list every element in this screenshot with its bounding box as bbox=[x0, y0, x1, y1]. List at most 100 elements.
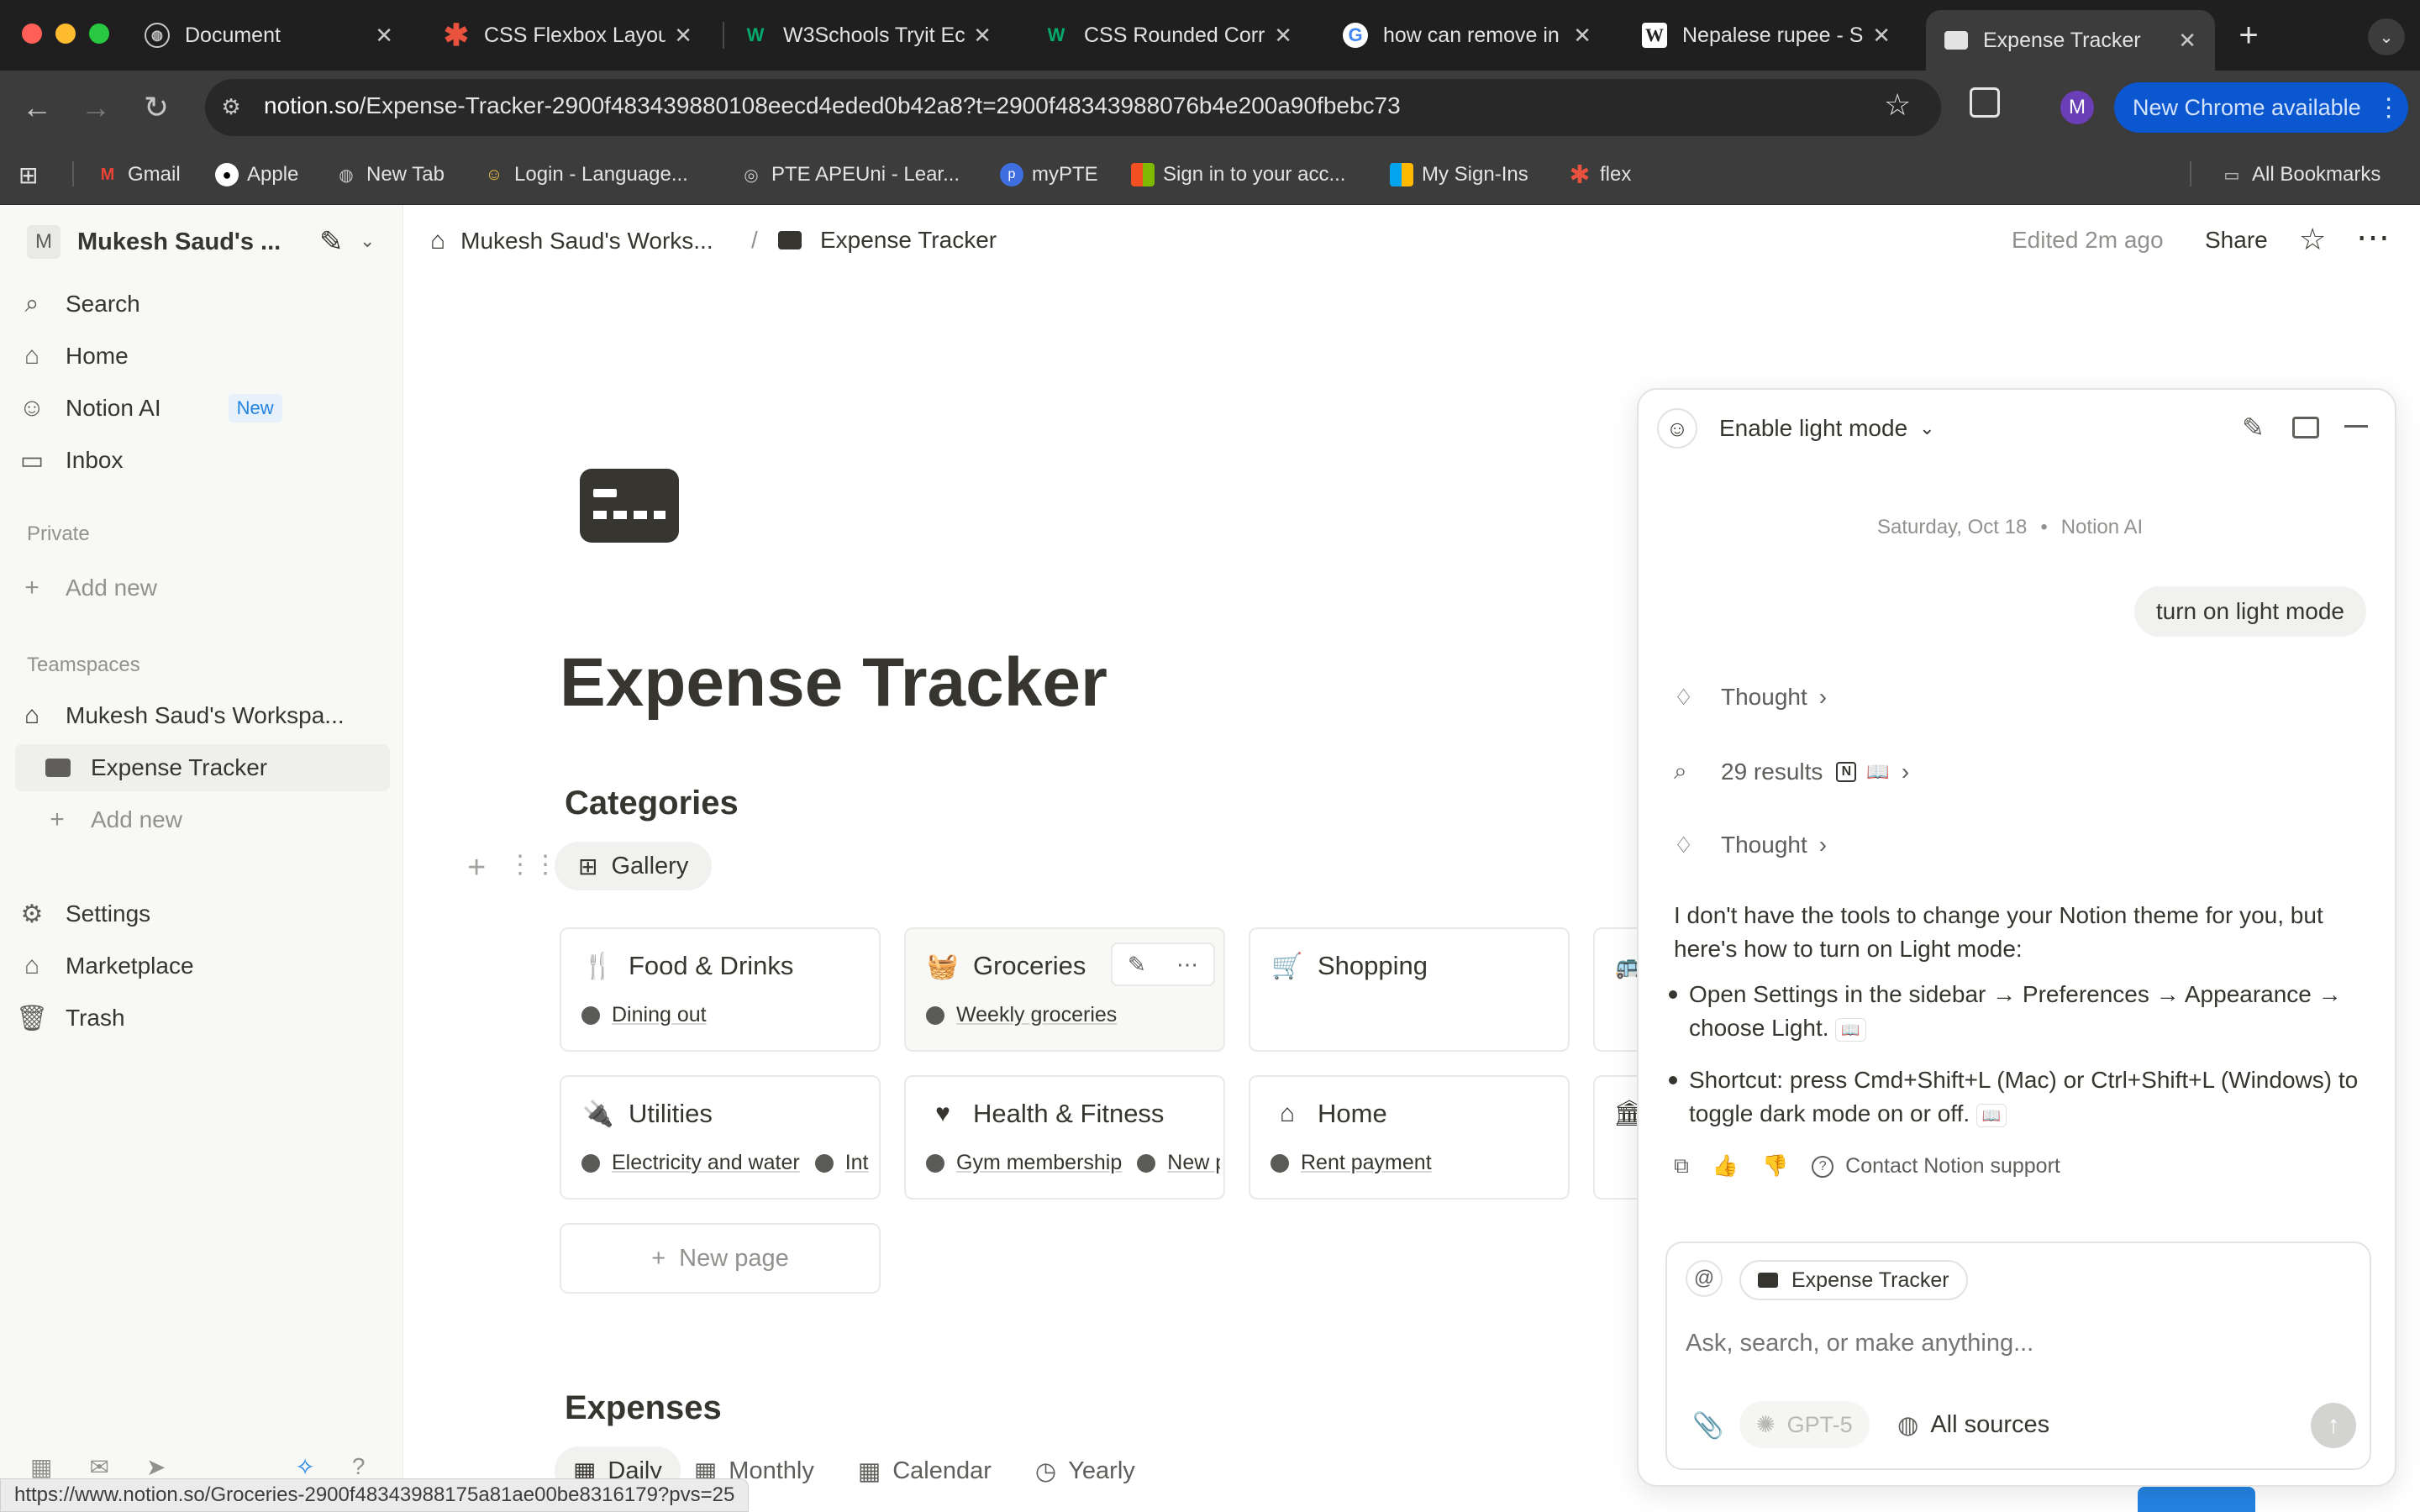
help-icon[interactable]: ? bbox=[352, 1453, 366, 1481]
tab-search-button[interactable]: ⌄ bbox=[2368, 18, 2405, 55]
category-card-partial[interactable]: 🚌 bbox=[1593, 927, 1646, 1052]
extensions-icon[interactable] bbox=[1970, 87, 2000, 118]
thumbs-down-icon[interactable]: 👎 bbox=[1762, 1154, 1788, 1179]
sources-selector[interactable]: ◍ All sources bbox=[1897, 1401, 2049, 1448]
share-button[interactable]: Share bbox=[2205, 227, 2268, 254]
breadcrumb-page[interactable]: Expense Tracker bbox=[778, 227, 997, 254]
relation-tag[interactable]: Weekly groceries bbox=[926, 1003, 1117, 1027]
favorite-star-icon[interactable]: ☆ bbox=[2299, 222, 2326, 257]
chrome-update-button[interactable]: New Chrome available ⋮ bbox=[2114, 82, 2408, 133]
send-button[interactable]: ↑ bbox=[2311, 1403, 2356, 1448]
browser-tab[interactable]: W Nepalese rupee - S ✕ bbox=[1623, 12, 1909, 59]
support-link[interactable]: ? Contact Notion support bbox=[1812, 1154, 2060, 1179]
sidebar-item-trash[interactable]: 🗑 Trash bbox=[15, 995, 125, 1042]
page-title[interactable]: Expense Tracker bbox=[560, 643, 1107, 722]
bookmark-flex[interactable]: ✱ flex bbox=[1568, 160, 1631, 190]
category-card-shopping[interactable]: 🛒 Shopping bbox=[1249, 927, 1570, 1052]
sidebar-item-settings[interactable]: ⚙ Settings bbox=[15, 890, 151, 937]
teamspace-item[interactable]: ⌂ Mukesh Saud's Workspa... bbox=[15, 692, 345, 739]
bookmark-login-language[interactable]: ☺ Login - Language... bbox=[482, 160, 688, 190]
workspace-switcher[interactable]: M Mukesh Saud's ... bbox=[27, 225, 281, 259]
relation-tag[interactable]: Electricity and water bbox=[581, 1151, 800, 1175]
browser-tab[interactable]: ✱ CSS Flexbox Layou ✕ bbox=[425, 12, 711, 59]
thumbs-up-icon[interactable]: 👍 bbox=[1712, 1154, 1739, 1179]
close-tab-icon[interactable]: ✕ bbox=[1274, 23, 1292, 49]
sidebar-item-marketplace[interactable]: ⌂ Marketplace bbox=[15, 942, 194, 990]
relation-tag[interactable]: Gym membership bbox=[926, 1151, 1122, 1175]
apps-grid-icon[interactable]: ⊞ bbox=[18, 161, 38, 189]
bookmark-star-icon[interactable]: ☆ bbox=[1884, 87, 1911, 123]
copy-icon[interactable]: ⧉ bbox=[1674, 1154, 1689, 1179]
minimize-window-button[interactable] bbox=[55, 24, 76, 44]
relation-tag[interactable]: Rent payment bbox=[1270, 1151, 1432, 1175]
url-text[interactable]: notion.so/Expense-Tracker-2900f483439880… bbox=[264, 92, 1401, 119]
site-settings-icon[interactable]: ⚙ bbox=[217, 92, 245, 121]
calendar-icon[interactable]: ▦ bbox=[30, 1453, 52, 1481]
browser-tab[interactable]: W CSS Rounded Corr ✕ bbox=[1025, 12, 1311, 59]
edit-icon[interactable]: ✎ bbox=[1128, 952, 1146, 978]
panel-layout-icon[interactable] bbox=[2292, 417, 2319, 438]
sidebar-item-notion-ai[interactable]: ☺ Notion AI New bbox=[15, 385, 282, 432]
browser-tab-active[interactable]: Expense Tracker ✕ bbox=[1926, 10, 2215, 71]
bookmark-sign-in[interactable]: Sign in to your acc... bbox=[1131, 160, 1345, 190]
chat-title-dropdown[interactable]: ☺ Enable light mode ⌄ bbox=[1657, 408, 1935, 449]
bookmark-mypte[interactable]: p myPTE bbox=[1000, 160, 1098, 190]
category-card-food-drinks[interactable]: 🍴 Food & Drinks Dining out bbox=[560, 927, 881, 1052]
sidebar-item-home[interactable]: ⌂ Home bbox=[15, 333, 129, 380]
attach-icon[interactable]: 📎 bbox=[1692, 1411, 1723, 1441]
drag-handle-icon[interactable]: ⋮⋮ bbox=[508, 850, 558, 879]
close-tab-icon[interactable]: ✕ bbox=[375, 23, 393, 49]
forward-button[interactable]: → bbox=[74, 86, 118, 129]
thought-toggle[interactable]: ♢ Thought › bbox=[1674, 832, 1827, 858]
thought-toggle[interactable]: ♢ Thought › bbox=[1674, 684, 1827, 711]
page-icon[interactable] bbox=[580, 469, 679, 543]
category-card-utilities[interactable]: 🔌 Utilities Electricity and water Int bbox=[560, 1075, 881, 1200]
ai-chat-input[interactable] bbox=[1686, 1320, 2341, 1366]
new-page-button[interactable]: + New page bbox=[560, 1223, 881, 1294]
send-icon[interactable]: ➤ bbox=[146, 1453, 166, 1481]
breadcrumb-workspace[interactable]: ⌂ Mukesh Saud's Works... bbox=[430, 227, 713, 255]
profile-avatar[interactable]: M bbox=[2060, 91, 2094, 124]
tab-calendar[interactable]: ▦ Calendar bbox=[858, 1457, 992, 1486]
relation-tag[interactable]: Dining out bbox=[581, 1003, 707, 1027]
minimize-panel-icon[interactable] bbox=[2344, 425, 2368, 428]
new-tab-button[interactable]: + bbox=[2228, 15, 2269, 55]
sidebar-item-search[interactable]: ⌕ Search bbox=[15, 281, 140, 328]
close-tab-icon[interactable]: ✕ bbox=[1872, 23, 1891, 49]
bookmark-apple[interactable]: ● Apple bbox=[215, 160, 298, 190]
chevron-down-icon[interactable]: ⌄ bbox=[360, 230, 375, 252]
mention-button[interactable]: @ bbox=[1686, 1260, 1723, 1297]
model-selector[interactable]: ✺ GPT-5 bbox=[1739, 1401, 1870, 1448]
more-options-icon[interactable]: ⋯ bbox=[2356, 218, 2390, 257]
gallery-view-tab[interactable]: ⊞ Gallery bbox=[555, 842, 713, 890]
citation-icon[interactable]: 📖 bbox=[1975, 1103, 2007, 1127]
sidebar-item-expense-tracker[interactable]: Expense Tracker bbox=[15, 744, 390, 791]
citation-icon[interactable]: 📖 bbox=[1835, 1017, 1866, 1042]
all-bookmarks-button[interactable]: ▭ All Bookmarks bbox=[2220, 160, 2381, 190]
context-chip[interactable]: Expense Tracker bbox=[1739, 1260, 1968, 1300]
close-tab-icon[interactable]: ✕ bbox=[1573, 23, 1591, 49]
close-tab-icon[interactable]: ✕ bbox=[674, 23, 692, 49]
reload-button[interactable]: ↻ bbox=[134, 86, 178, 129]
sidebar-item-inbox[interactable]: ▭ Inbox bbox=[15, 437, 124, 484]
back-button[interactable]: ← bbox=[15, 86, 59, 129]
browser-tab[interactable]: ◍ Document ✕ bbox=[126, 12, 412, 59]
add-block-icon[interactable]: + bbox=[467, 850, 486, 886]
bookmark-pte-apeuni[interactable]: ◎ PTE APEUni - Lear... bbox=[739, 160, 960, 190]
more-options-icon[interactable]: ⋯ bbox=[1176, 952, 1198, 978]
browser-tab[interactable]: W W3Schools Tryit Ec ✕ bbox=[724, 12, 1010, 59]
bookmark-my-sign-ins[interactable]: My Sign-Ins bbox=[1390, 160, 1528, 190]
relation-tag[interactable]: New p bbox=[1137, 1151, 1220, 1175]
teamspace-add-new[interactable]: + Add new bbox=[40, 796, 182, 843]
category-card-partial[interactable]: 🏛 bbox=[1593, 1075, 1645, 1200]
close-tab-icon[interactable]: ✕ bbox=[2178, 28, 2196, 54]
bookmark-gmail[interactable]: M Gmail bbox=[96, 160, 181, 190]
close-tab-icon[interactable]: ✕ bbox=[973, 23, 992, 49]
tab-yearly[interactable]: ◷ Yearly bbox=[1035, 1457, 1135, 1486]
category-card-health-fitness[interactable]: ♥Health & Fitness Gym membership New p bbox=[904, 1075, 1225, 1200]
zoom-window-button[interactable] bbox=[89, 24, 109, 44]
category-card-groceries[interactable]: 🧺 Groceries ✎ ⋯ Weekly groceries bbox=[904, 927, 1225, 1052]
browser-tab[interactable]: G how can remove in ✕ bbox=[1324, 12, 1610, 59]
close-window-button[interactable] bbox=[22, 24, 42, 44]
blue-action-button[interactable] bbox=[2138, 1487, 2255, 1512]
